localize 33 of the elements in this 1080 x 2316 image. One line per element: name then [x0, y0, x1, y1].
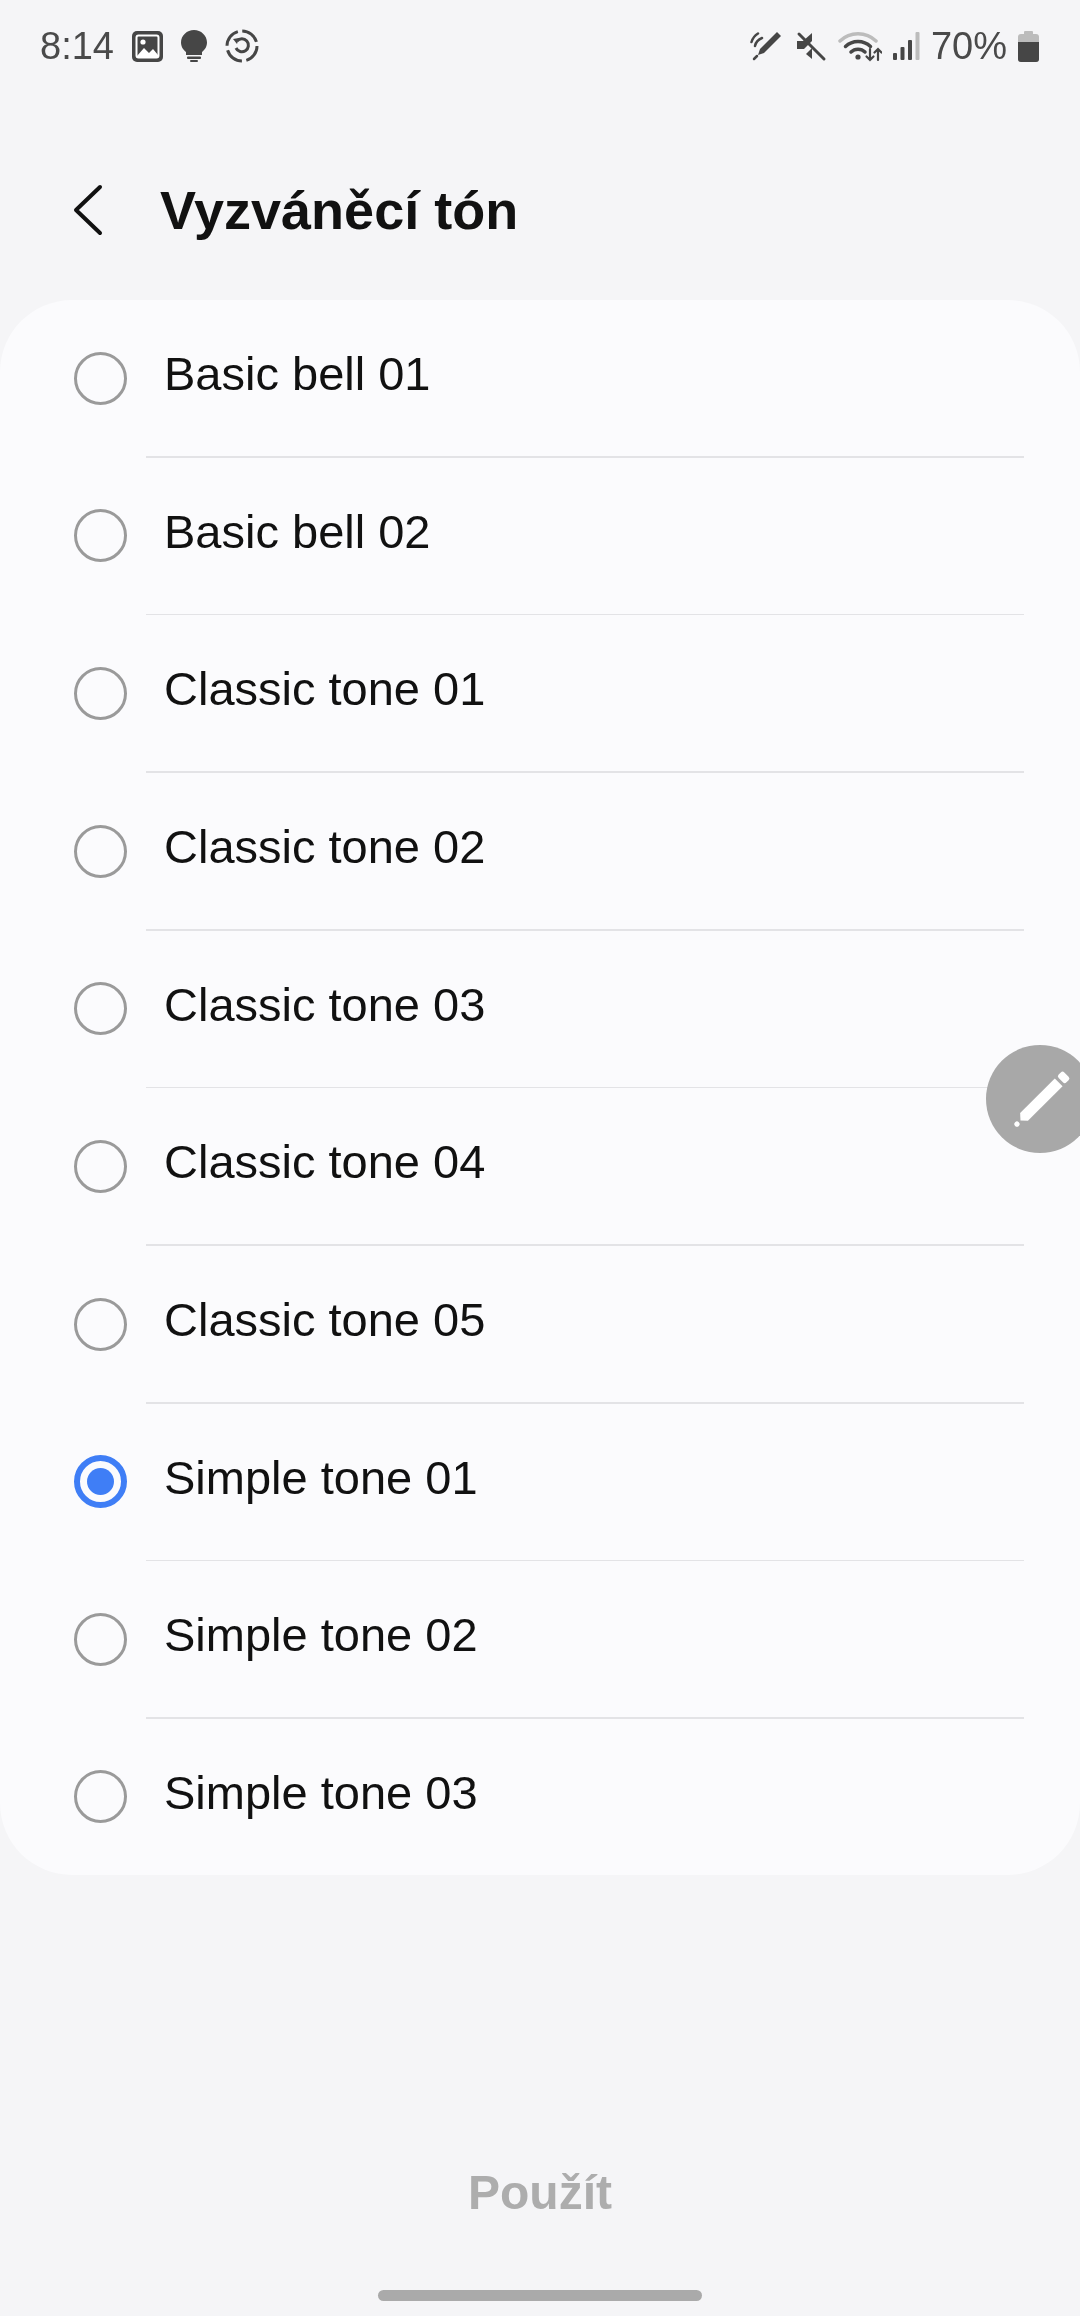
ringtone-label: Basic bell 02	[164, 503, 431, 559]
ringtone-label: Basic bell 01	[164, 346, 431, 402]
status-time: 8:14	[40, 27, 114, 65]
ringtone-label: Classic tone 01	[164, 661, 486, 717]
radio-button[interactable]	[74, 824, 127, 878]
image-icon	[131, 30, 163, 62]
radio-button[interactable]	[74, 1612, 127, 1666]
pen-icon	[749, 29, 784, 63]
ringtone-label: Simple tone 03	[164, 1765, 478, 1820]
radio-button[interactable]	[74, 666, 127, 720]
edit-button[interactable]	[986, 1045, 1080, 1153]
screen-title: Vyzváněcí tón	[160, 178, 519, 242]
ringtone-label: Classic tone 02	[164, 819, 486, 875]
ringtone-label: Classic tone 04	[164, 1134, 486, 1190]
back-icon[interactable]	[73, 184, 103, 236]
battery-percent: 70%	[930, 27, 1007, 65]
battery-icon	[1018, 30, 1039, 62]
ringtone-label: Simple tone 02	[164, 1607, 478, 1663]
radio-button[interactable]	[74, 351, 127, 405]
bulb-icon	[180, 30, 207, 62]
radio-button[interactable]	[74, 1455, 127, 1509]
pencil-icon	[1014, 1070, 1071, 1127]
radio-button[interactable]	[74, 982, 127, 1036]
radio-button[interactable]	[74, 1297, 127, 1351]
radio-button[interactable]	[74, 509, 127, 563]
mute-icon	[794, 30, 827, 62]
ringtone-label: Simple tone 01	[164, 1449, 478, 1505]
signal-icon	[892, 32, 920, 60]
ringtone-label: Classic tone 03	[164, 976, 486, 1032]
radio-button[interactable]	[74, 1139, 127, 1193]
radio-button[interactable]	[74, 1770, 127, 1824]
wifi-icon	[837, 30, 882, 62]
ringtone-label: Classic tone 05	[164, 1292, 486, 1347]
